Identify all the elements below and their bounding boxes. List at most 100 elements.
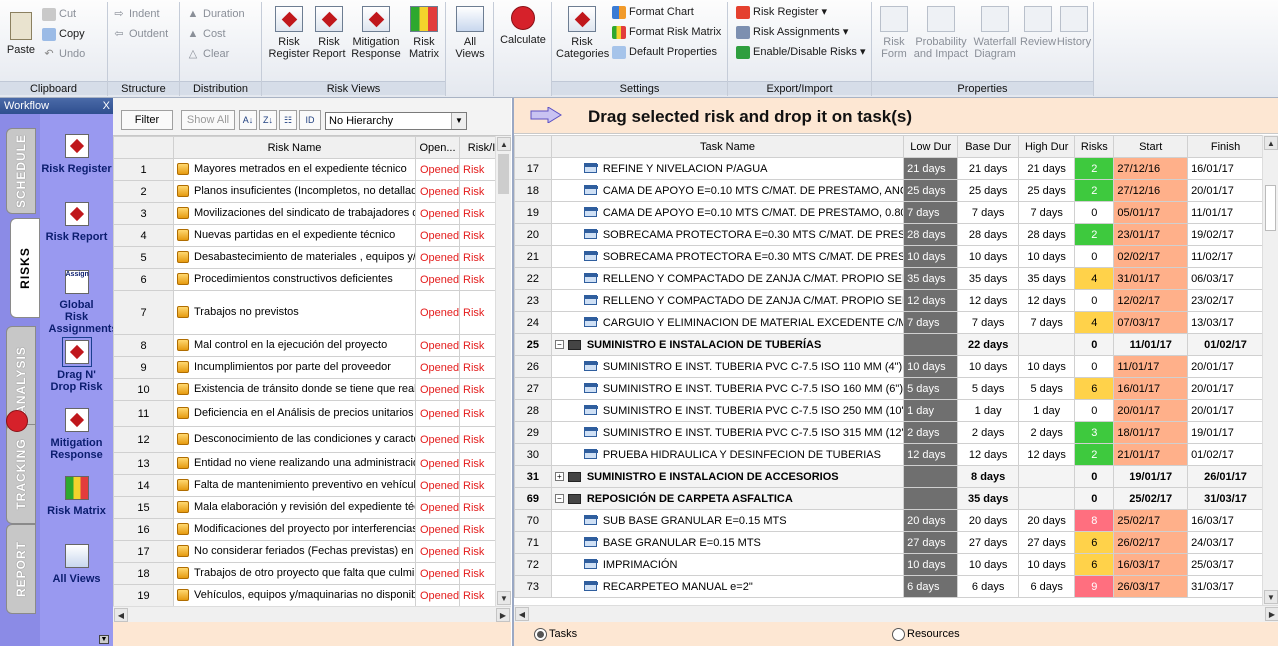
finish-date-cell[interactable]: 13/03/17 xyxy=(1187,311,1264,334)
chevron-down-icon[interactable]: ▼ xyxy=(99,635,109,644)
outdent-button[interactable]: ⇦ Outdent xyxy=(112,24,168,44)
start-date-cell[interactable]: 27/12/16 xyxy=(1113,179,1189,202)
row-number[interactable]: 21 xyxy=(514,245,552,268)
task-row[interactable]: 28 SUMINISTRO E INST. TUBERIA PVC C-7.5 I… xyxy=(514,399,1264,422)
finish-date-cell[interactable]: 19/02/17 xyxy=(1187,223,1264,246)
row-number[interactable]: 18 xyxy=(514,179,552,202)
risk-register-export-button[interactable]: Risk Register ▾ xyxy=(736,2,827,22)
high-duration-cell[interactable] xyxy=(1017,333,1076,356)
default-properties-button[interactable]: Default Properties xyxy=(612,42,717,62)
task-name-cell[interactable]: IMPRIMACIÓN xyxy=(550,553,905,576)
row-number[interactable]: 19 xyxy=(113,584,174,607)
table-row[interactable]: 19 Vehículos, equipos y/maquinarias no di… xyxy=(113,584,504,607)
row-number[interactable]: 11 xyxy=(113,400,174,427)
row-number[interactable]: 71 xyxy=(514,531,552,554)
workflow-risk-report[interactable]: Risk Report xyxy=(40,202,113,243)
low-duration-cell[interactable]: 1 day xyxy=(903,399,959,422)
risk-name-cell[interactable]: Deficiencia en el Análisis de precios un… xyxy=(173,400,416,427)
finish-date-cell[interactable]: 06/03/17 xyxy=(1187,267,1264,290)
row-number[interactable]: 31 xyxy=(514,465,552,488)
status-cell[interactable]: Opened xyxy=(415,378,460,401)
status-cell[interactable]: Opened xyxy=(415,180,460,203)
task-name-cell[interactable]: CAMA DE APOYO E=0.10 MTS C/MAT. DE PREST… xyxy=(550,201,905,224)
low-duration-cell[interactable]: 5 days xyxy=(903,377,959,400)
row-number[interactable]: 17 xyxy=(113,540,174,563)
task-name-cell[interactable]: SUMINISTRO E INST. TUBERIA PVC C-7.5 ISO… xyxy=(550,399,905,422)
base-duration-cell[interactable]: 12 days xyxy=(957,443,1019,466)
base-duration-cell[interactable]: 5 days xyxy=(957,377,1019,400)
low-duration-cell[interactable]: 6 days xyxy=(903,575,959,598)
row-number[interactable]: 17 xyxy=(514,157,552,180)
risk-count-cell[interactable]: 0 xyxy=(1074,333,1115,356)
start-date-cell[interactable]: 31/01/17 xyxy=(1113,267,1189,290)
column-header-high-dur[interactable]: High Dur xyxy=(1017,135,1076,158)
task-row[interactable]: 71 BASE GRANULAR E=0.15 MTS 27 days 27 days… xyxy=(514,531,1264,554)
row-number[interactable]: 18 xyxy=(113,562,174,585)
undo-button[interactable]: ↶ Undo xyxy=(42,44,85,64)
risk-name-cell[interactable]: No considerar feriados (Fechas previstas… xyxy=(173,540,416,563)
all-views-button[interactable]: All Views xyxy=(450,6,490,60)
row-number[interactable]: 12 xyxy=(113,426,174,453)
horizontal-scrollbar[interactable]: ◀ ▶ xyxy=(514,605,1278,622)
finish-date-cell[interactable]: 26/01/17 xyxy=(1187,465,1264,488)
row-number[interactable]: 25 xyxy=(514,333,552,356)
high-duration-cell[interactable] xyxy=(1017,465,1076,488)
base-duration-cell[interactable]: 2 days xyxy=(957,421,1019,444)
start-date-cell[interactable]: 26/03/17 xyxy=(1113,575,1189,598)
high-duration-cell[interactable]: 12 days xyxy=(1017,289,1076,312)
task-name-cell[interactable]: − SUMINISTRO E INSTALACION DE TUBERÍAS xyxy=(550,333,905,356)
status-cell[interactable]: Opened xyxy=(415,452,460,475)
start-date-cell[interactable]: 02/02/17 xyxy=(1113,245,1189,268)
risk-name-cell[interactable]: Trabajos no previstos xyxy=(173,290,416,335)
column-header-task-name[interactable]: Task Name xyxy=(550,135,905,158)
low-duration-cell[interactable]: 27 days xyxy=(903,531,959,554)
risk-count-cell[interactable]: 3 xyxy=(1074,421,1115,444)
finish-date-cell[interactable]: 01/02/17 xyxy=(1187,443,1264,466)
copy-button[interactable]: Copy xyxy=(42,24,85,44)
risk-name-cell[interactable]: Mal control en la ejecución del proyecto xyxy=(173,334,416,357)
risk-count-cell[interactable]: 2 xyxy=(1074,223,1115,246)
start-date-cell[interactable]: 20/01/17 xyxy=(1113,399,1189,422)
base-duration-cell[interactable]: 20 days xyxy=(957,509,1019,532)
finish-date-cell[interactable]: 20/01/17 xyxy=(1187,399,1264,422)
risk-count-cell[interactable]: 9 xyxy=(1074,575,1115,598)
scroll-left-icon[interactable]: ◀ xyxy=(515,607,529,621)
risk-count-cell[interactable]: 0 xyxy=(1074,245,1115,268)
base-duration-cell[interactable]: 7 days xyxy=(957,201,1019,224)
tab-tracking[interactable]: TRACKING xyxy=(6,424,36,524)
column-header-low-dur[interactable]: Low Dur xyxy=(903,135,959,158)
row-number[interactable]: 72 xyxy=(514,553,552,576)
sort-ascending-icon[interactable]: A↓ xyxy=(239,110,257,130)
task-row[interactable]: 27 SUMINISTRO E INST. TUBERIA PVC C-7.5 I… xyxy=(514,377,1264,400)
row-number[interactable]: 26 xyxy=(514,355,552,378)
task-row[interactable]: 70 SUB BASE GRANULAR E=0.15 MTS 20 days 20 … xyxy=(514,509,1264,532)
task-name-cell[interactable]: RECARPETEO MANUAL e=2" xyxy=(550,575,905,598)
risk-report-view-button[interactable]: Risk Report xyxy=(310,6,348,60)
table-row[interactable]: 3 Movilizaciones del sindicato de trabaja… xyxy=(113,202,504,225)
low-duration-cell[interactable]: 10 days xyxy=(903,245,959,268)
row-number[interactable]: 13 xyxy=(113,452,174,475)
status-cell[interactable]: Opened xyxy=(415,334,460,357)
finish-date-cell[interactable]: 20/01/17 xyxy=(1187,377,1264,400)
finish-date-cell[interactable]: 31/03/17 xyxy=(1187,487,1264,510)
filter-button[interactable]: Filter xyxy=(121,110,173,130)
workflow-global-risk-assignments[interactable]: Assign Global Risk Assignments xyxy=(40,270,118,335)
task-name-cell[interactable]: SOBRECAMA PROTECTORA E=0.30 MTS C/MAT. D… xyxy=(550,245,905,268)
task-name-cell[interactable]: + SUMINISTRO E INSTALACION DE ACCESORIOS xyxy=(550,465,905,488)
risk-count-cell[interactable]: 4 xyxy=(1074,267,1115,290)
cost-button[interactable]: ▲ Cost xyxy=(186,24,226,44)
start-date-cell[interactable]: 26/02/17 xyxy=(1113,531,1189,554)
hierarchy-icon[interactable]: ☷ xyxy=(279,110,297,130)
base-duration-cell[interactable]: 10 days xyxy=(957,553,1019,576)
start-date-cell[interactable]: 19/01/17 xyxy=(1113,465,1189,488)
column-header-finish[interactable]: Finish xyxy=(1187,135,1264,158)
finish-date-cell[interactable]: 23/02/17 xyxy=(1187,289,1264,312)
base-duration-cell[interactable]: 6 days xyxy=(957,575,1019,598)
start-date-cell[interactable]: 25/02/17 xyxy=(1113,487,1189,510)
table-row[interactable]: 16 Modificaciones del proyecto por interf… xyxy=(113,518,504,541)
close-icon[interactable]: X xyxy=(103,98,110,114)
scrollbar-thumb[interactable] xyxy=(1265,185,1276,231)
table-row[interactable]: 12 Desconocimiento de las condiciones y c… xyxy=(113,426,504,453)
row-number[interactable]: 29 xyxy=(514,421,552,444)
scroll-right-icon[interactable]: ▶ xyxy=(496,608,510,622)
